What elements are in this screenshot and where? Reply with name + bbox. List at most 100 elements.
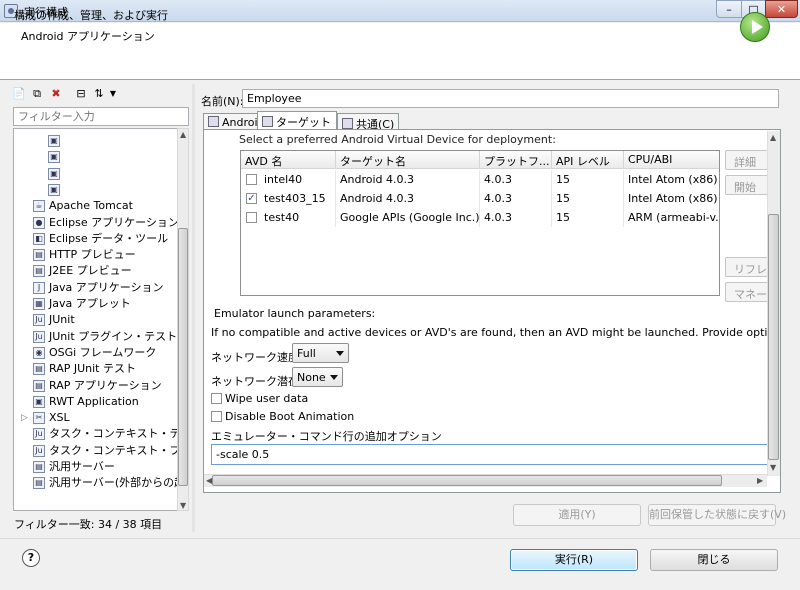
tree-item[interactable]: ▤ RAP JUnit テスト — [14, 361, 178, 377]
table-row[interactable]: ✓ test403_15 Android 4.0.3 4.0.3 15 Intel Ato… — [241, 189, 719, 208]
tree-item-label: タスク・コンテキスト・プラグ — [49, 443, 189, 457]
filter-input[interactable] — [13, 107, 189, 126]
tree-item[interactable]: ▤ 汎用サーバー(外部からの起動) — [14, 475, 188, 491]
network-latency-value: None — [297, 371, 326, 384]
extra-options-field[interactable]: -scale 0.5 — [211, 444, 768, 465]
eclipse-icon: ● — [33, 216, 45, 229]
tree-item[interactable]: ▤ RAP アプリケーション — [14, 378, 178, 394]
tree-item-label: OSGi フレームワーク — [49, 345, 157, 359]
tree-item[interactable]: ☕ Apache Tomcat — [14, 198, 178, 214]
minimize-button[interactable]: – — [716, 0, 742, 18]
table-row[interactable]: intel40 Android 4.0.3 4.0.3 15 Intel Atom (x… — [241, 170, 719, 189]
config-icon: ▣ — [48, 183, 60, 196]
avd-cell-api: 15 — [552, 170, 624, 189]
delete-config-icon[interactable]: ✖ — [49, 87, 63, 101]
tree-item[interactable]: ▷ ✂ XSL — [14, 410, 178, 426]
tree-item[interactable]: Ju タスク・コンテキスト・プラグ — [14, 443, 188, 459]
tree-item-label: 汎用サーバー(外部からの起動) — [49, 476, 189, 490]
target-tab-icon — [262, 116, 273, 127]
tree-item-label: Eclipse データ・ツール — [49, 231, 169, 245]
tree-item[interactable]: ▣ — [14, 182, 178, 198]
tree-item[interactable]: ▣ — [14, 166, 178, 182]
collapse-all-icon[interactable]: ⊟ — [74, 87, 88, 101]
wipe-user-data-checkbox[interactable] — [211, 393, 222, 404]
close-button[interactable]: 閉じる — [650, 549, 778, 571]
options-scroll-thumb[interactable] — [768, 214, 779, 460]
applet-icon: ▦ — [33, 298, 45, 310]
run-button[interactable]: 実行(R) — [510, 549, 638, 571]
avd-cell-api: 15 — [552, 208, 624, 227]
network-latency-label: ネットワーク潜在: — [211, 375, 303, 388]
name-field[interactable]: Employee — [242, 89, 779, 108]
help-icon[interactable]: ? — [22, 549, 40, 567]
filter-config-icon[interactable]: ⇅ — [92, 87, 106, 101]
extra-options-label: エミュレーター・コマンド行の追加オプション — [211, 430, 442, 443]
tree-item-label: XSL — [49, 411, 70, 425]
avd-cell-platform: 4.0.3 — [480, 170, 552, 189]
column-header-avd-name[interactable]: AVD 名 — [241, 151, 336, 169]
filter-dropdown-icon[interactable]: ▼ — [106, 87, 120, 101]
tree-item[interactable]: ▦ Java アプレット — [14, 296, 178, 312]
avd-start-button[interactable]: 開始 — [725, 175, 770, 195]
http-icon: ▤ — [33, 249, 45, 262]
scroll-left-icon[interactable]: ◀ — [206, 476, 212, 485]
server-icon: ▤ — [33, 477, 45, 490]
scroll-right-icon[interactable]: ▶ — [757, 476, 763, 485]
tab-target[interactable]: ターゲット — [257, 111, 337, 130]
new-config-icon[interactable]: 📄 — [12, 87, 26, 101]
revert-button[interactable]: 前回保管した状態に戻す(V) — [648, 504, 786, 526]
apply-button[interactable]: 適用(Y) — [513, 504, 641, 526]
tree-item[interactable]: ◉ OSGi フレームワーク — [14, 345, 178, 361]
tree-item-label: Apache Tomcat — [49, 199, 133, 213]
network-latency-select[interactable]: None — [292, 367, 343, 387]
disable-boot-animation-checkbox[interactable] — [211, 411, 222, 422]
avd-refresh-button[interactable]: リフレッ — [725, 257, 770, 277]
run-icon — [740, 12, 770, 42]
scroll-down-icon[interactable]: ▼ — [180, 501, 186, 510]
tree-item[interactable]: ▣ — [14, 133, 178, 149]
tree-item[interactable]: ▤ 汎用サーバー — [14, 459, 178, 475]
column-header-api[interactable]: API レベル — [552, 151, 624, 169]
tree-scroll-thumb[interactable] — [178, 228, 188, 486]
tree-item[interactable]: ◧ Eclipse データ・ツール — [14, 231, 178, 247]
column-header-platform[interactable]: プラットフ... — [480, 151, 552, 169]
tab-common[interactable]: 共通(C) — [337, 113, 400, 131]
header-subtitle: Android アプリケーション — [21, 30, 155, 43]
tree-item[interactable]: J Java アプリケーション — [14, 280, 178, 296]
avd-details-button[interactable]: 詳細 — [725, 150, 770, 170]
scroll-up-icon[interactable]: ▲ — [770, 133, 776, 142]
avd-cell-cpu: Intel Atom (x86) — [624, 170, 719, 189]
close-window-button[interactable]: ✕ — [765, 0, 798, 18]
scroll-up-icon[interactable]: ▲ — [180, 130, 186, 139]
tree-item[interactable]: ● Eclipse アプリケーション — [14, 215, 179, 231]
column-header-target[interactable]: ターゲット名 — [336, 151, 480, 169]
xsl-icon: ✂ — [33, 412, 45, 425]
tree-item[interactable]: Ju JUnit プラグイン・テスト — [14, 329, 178, 345]
network-speed-select[interactable]: Full — [292, 343, 349, 363]
footer-divider — [0, 538, 800, 539]
duplicate-config-icon[interactable]: ⧉ — [30, 87, 44, 101]
expand-arrow-icon[interactable]: ▷ — [21, 410, 28, 426]
avd-cell-name: test40 — [241, 208, 336, 227]
tree-item-label: タスク・コンテキスト・テスト — [49, 427, 189, 441]
table-row[interactable]: test40 Google APIs (Google Inc.) 4.0.3 15 AR… — [241, 208, 719, 227]
java-icon: J — [33, 281, 45, 294]
avd-cell-platform: 4.0.3 — [480, 189, 552, 208]
column-header-cpu[interactable]: CPU/ABI — [624, 151, 719, 169]
tree-item[interactable]: ▤ HTTP プレビュー — [14, 247, 178, 263]
config-tree[interactable]: ▣ ▣ ▣ ▣ ☕ Apache Tomcat ● Eclipse アプリケーション ◧ Ecli… — [13, 128, 189, 511]
options-hscroll-thumb[interactable] — [212, 475, 722, 486]
data-icon: ◧ — [33, 232, 45, 245]
scroll-down-icon[interactable]: ▼ — [770, 463, 776, 472]
chevron-down-icon — [330, 375, 338, 380]
tree-item[interactable]: ▤ J2EE プレビュー — [14, 263, 178, 279]
task-icon: Ju — [33, 428, 45, 441]
avd-manager-button[interactable]: マネージ — [725, 282, 770, 302]
avd-cell-api: 15 — [552, 189, 624, 208]
network-speed-label: ネットワーク速度: — [211, 351, 303, 364]
tree-item[interactable]: ▣ RWT Application — [14, 394, 178, 410]
tree-item[interactable]: Ju JUnit — [14, 312, 178, 328]
tree-item[interactable]: ▣ — [14, 149, 178, 165]
tree-item[interactable]: Ju タスク・コンテキスト・テスト — [14, 426, 188, 442]
sash-divider[interactable] — [192, 84, 195, 532]
